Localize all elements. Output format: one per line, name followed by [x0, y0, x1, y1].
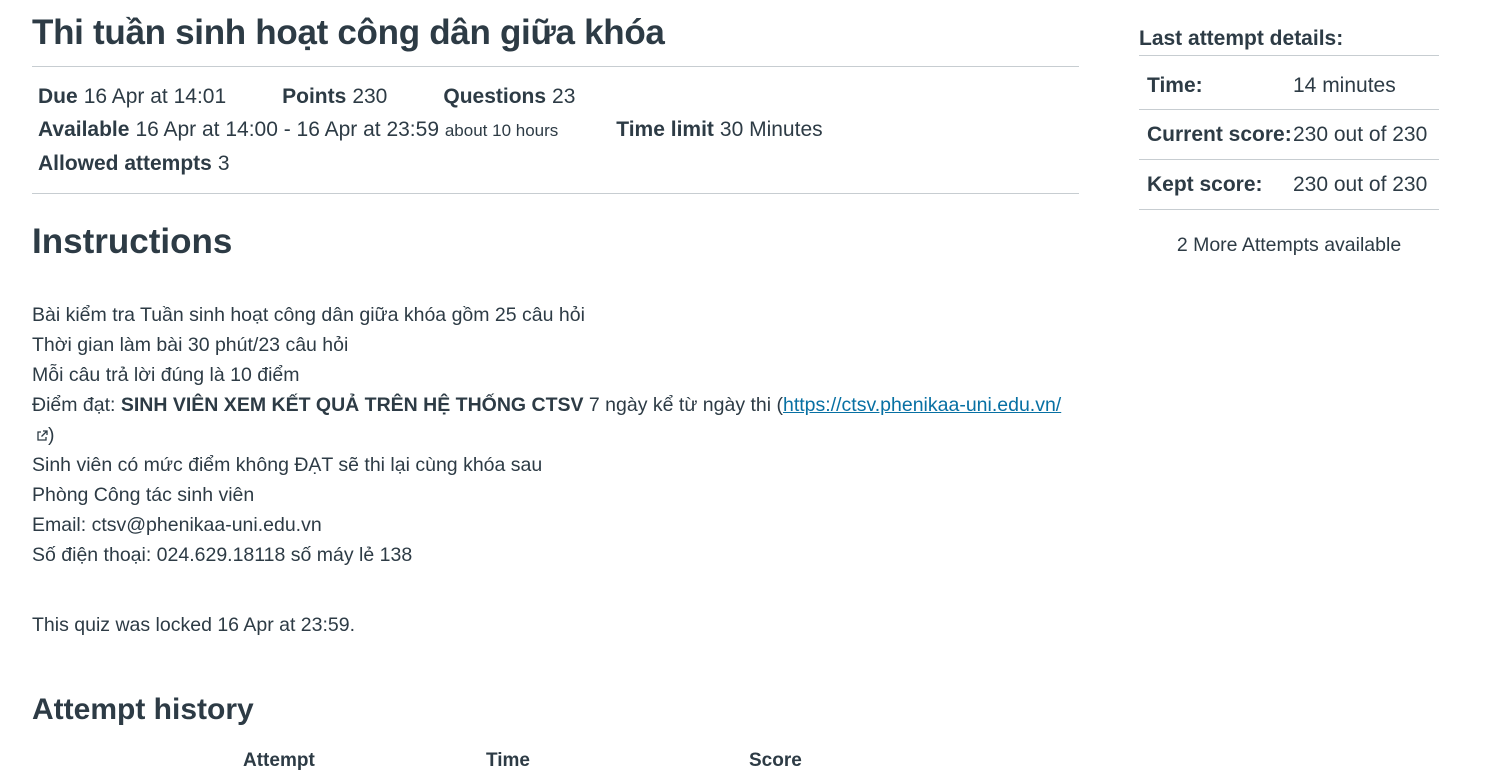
kept-score-label: Kept score:	[1147, 173, 1263, 196]
details-row-2: Available 16 Apr at 14:00 - 16 Apr at 23:…	[38, 113, 1073, 147]
last-attempt-title: Last attempt details:	[1139, 26, 1439, 56]
details-row-1: Due 16 Apr at 14:01 Points 230 Questions 23	[38, 80, 1073, 113]
instructions-line: Thời gian làm bài 30 phút/23 câu hỏi	[32, 334, 349, 356]
quiz-details: Due 16 Apr at 14:01 Points 230 Questions 23 A…	[32, 67, 1079, 193]
time-value: 14 minutes	[1293, 74, 1396, 97]
instructions-line: Điểm đạt: SINH VIÊN XEM KẾT QUẢ TRÊN HỆ …	[32, 390, 1079, 450]
instructions-line: Số điện thoại: 024.629.18118 số máy lẻ 1…	[32, 544, 413, 566]
quiz-title: Thi tuần sinh hoạt công dân giữa khóa	[32, 13, 665, 52]
current-score-label: Current score:	[1147, 123, 1292, 146]
due-value: 16 Apr at 14:01	[83, 85, 227, 108]
available-label: Available	[38, 118, 130, 141]
locked-message: This quiz was locked 16 Apr at 23:59.	[32, 614, 356, 636]
divider	[32, 193, 1079, 194]
kept-score-row: Kept score: 230 out of 230	[1139, 160, 1439, 210]
questions-value: 23	[552, 85, 576, 108]
kept-score-value: 230 out of 230	[1293, 173, 1428, 196]
score-prefix: Điểm đạt:	[32, 394, 121, 416]
instructions-line: Bài kiểm tra Tuần sinh hoạt công dân giữ…	[32, 304, 585, 326]
external-link-icon[interactable]	[36, 430, 48, 442]
attempts-label: Allowed attempts	[38, 152, 212, 175]
time-label: Time:	[1147, 74, 1203, 97]
more-attempts-text: 2 More Attempts available	[1176, 234, 1402, 256]
due-label: Due	[38, 85, 78, 108]
quiz-main-content: Thi tuần sinh hoạt công dân giữa khóa Du…	[32, 0, 1079, 775]
attempt-history-heading: Attempt history	[32, 693, 254, 726]
instructions-line: Sinh viên có mức điểm không ĐẠT sẽ thi l…	[32, 454, 543, 476]
available-value: 16 Apr at 14:00 - 16 Apr at 23:59	[135, 118, 439, 141]
last-attempt-sidebar: Last attempt details: Time: 14 minutes C…	[1139, 0, 1439, 257]
attempt-history-table-header: Attempt Time Score	[32, 744, 1079, 775]
score-suffix: )	[48, 424, 55, 446]
score-middle: 7 ngày kể từ ngày thi (	[583, 394, 783, 416]
current-score-value: 230 out of 230	[1293, 123, 1428, 146]
time-limit-value: 30 Minutes	[719, 118, 823, 141]
points-value: 230	[352, 85, 388, 108]
instructions-line: Email: ctsv@phenikaa-uni.edu.vn	[32, 514, 322, 536]
instructions-line: Mỗi câu trả lời đúng là 10 điểm	[32, 364, 300, 386]
time-limit-label: Time limit	[616, 118, 714, 141]
col-attempt: Attempt	[243, 750, 315, 771]
instructions-heading: Instructions	[32, 222, 233, 261]
available-note: about 10 hours	[444, 121, 559, 140]
ctsv-link[interactable]: https://ctsv.phenikaa-uni.edu.vn/	[783, 394, 1061, 416]
time-row: Time: 14 minutes	[1139, 56, 1439, 110]
instructions-body: Bài kiểm tra Tuần sinh hoạt công dân giữ…	[32, 300, 1079, 570]
score-bold-note: SINH VIÊN XEM KẾT QUẢ TRÊN HỆ THỐNG CTSV	[120, 394, 584, 416]
instructions-line: Phòng Công tác sinh viên	[32, 484, 255, 506]
questions-label: Questions	[443, 85, 547, 108]
col-time: Time	[486, 750, 531, 771]
current-score-row: Current score: 230 out of 230	[1139, 110, 1439, 160]
attempts-value: 3	[217, 152, 230, 175]
details-row-3: Allowed attempts 3	[38, 147, 1073, 180]
points-label: Points	[282, 85, 347, 108]
col-score: Score	[749, 750, 802, 771]
